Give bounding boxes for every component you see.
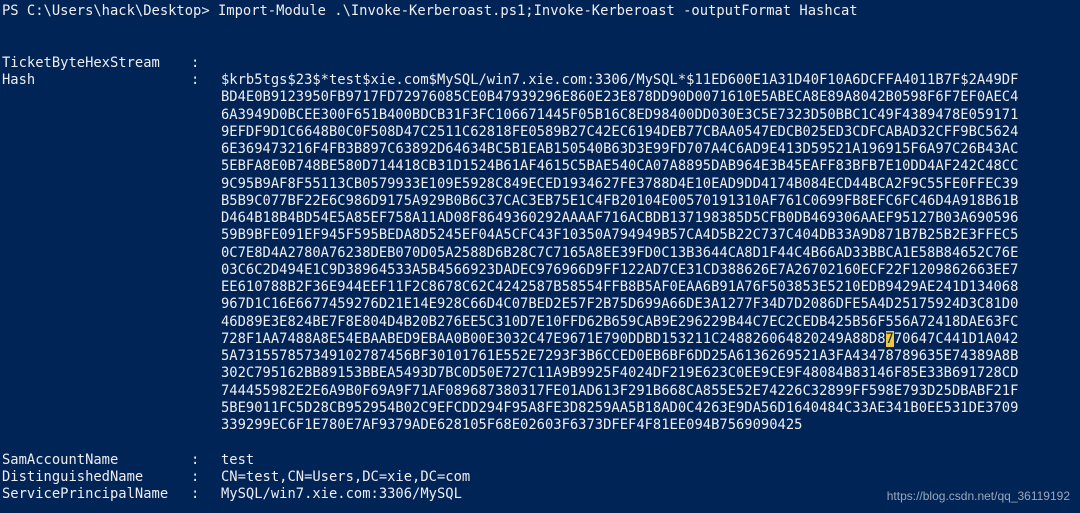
field-separator: :	[191, 451, 200, 468]
field-separator: :	[191, 468, 200, 485]
hash-line: 6A3949D0BCEE300F651B400BDCB31F3FC1066714…	[221, 106, 1019, 123]
hash-line: 03C6C2D494E1C9D38964533A5B4566923DADEC97…	[221, 261, 1019, 278]
hash-line: BD4E0B9123950FB9717FD72976085CE0B4793929…	[221, 89, 1019, 106]
field-key: Hash	[2, 72, 36, 88]
hash-row: Hash: $krb5tgs$23$*test$xie.com$MySQL/win…	[2, 72, 1080, 89]
command-line: PS C:\Users\hack\Desktop> Import-Module …	[2, 3, 858, 19]
distinguished-name-row: DistinguishedName: CN=test,CN=Users,DC=xi…	[2, 469, 1080, 486]
hash-line: EE610788B2F36E944EEF11F2C8678C62C4242587…	[221, 279, 1019, 295]
hash-line: 46D89E3E824BE7F8E804D4B20B276EE5C310D7E1…	[221, 313, 1019, 330]
field-key: ServicePrincipalName	[2, 486, 169, 502]
hash-line: 6E369473216F4FB3B897C63892D64634BC5B1EAB…	[221, 141, 1019, 157]
hash-line: 5EBFA8E0B748BE580D714418CB31D1524B61AF46…	[221, 158, 1019, 175]
hash-line-with-caret: 728F1AA7488A8E54EBAABED9EBAA0B00E3032C47…	[2, 330, 1080, 348]
field-key: DistinguishedName	[2, 468, 144, 485]
powershell-console[interactable]: PS C:\Users\hack\Desktop> Import-Module …	[0, 0, 1080, 513]
field-separator: :	[191, 54, 200, 71]
hash-line: 744455982E2E6A9B0F69A9F71AF089687380317F…	[221, 382, 1019, 399]
hash-line: 59B9BFE091EF945F595BEDA8D5245EF04A5CFC43…	[221, 227, 1019, 244]
text-caret: 7	[885, 330, 894, 347]
field-value: test	[221, 451, 255, 468]
hash-line-suffix: 70647C441D1A042	[893, 330, 1019, 347]
field-key: TicketByteHexStream	[2, 54, 160, 71]
field-separator: :	[191, 72, 200, 88]
hash-line: $krb5tgs$23$*test$xie.com$MySQL/win7.xie…	[221, 72, 1019, 88]
hash-line: 302C795162BB89153BBEA5493D7BC0D50E727C11…	[221, 365, 1019, 382]
hash-line: 967D1C16E6677459276D21E14E928C66D4C07BED…	[221, 296, 1019, 313]
field-value: CN=test,CN=Users,DC=xie,DC=com	[221, 468, 471, 485]
hash-line: 5BE9011FC5D28CB952954B02C9EFCDD294F95A8F…	[221, 399, 1019, 416]
hash-line: B5B9C077BF22E6C986D9175A929B0B6C37CAC3EB…	[221, 192, 1019, 209]
field-key: SamAccountName	[2, 451, 119, 468]
field-value: MySQL/win7.xie.com:3306/MySQL	[221, 486, 462, 502]
hash-line: 9C95B9AF8F55113CB0579933E109E5928C849ECE…	[221, 175, 1019, 192]
hash-line: D464B18B4BD54E5A85EF758A11AD08F864936029…	[221, 210, 1019, 226]
hash-line: 339299EC6F1E780E7AF9379ADE628105F68E0260…	[221, 417, 803, 433]
sam-account-row: SamAccountName: test	[2, 452, 1080, 469]
ticket-hex-row: TicketByteHexStream:	[2, 55, 1080, 72]
hash-line: 9EFDF9D1C6648B0C0F508D47C2511C62818FE058…	[221, 123, 1019, 140]
watermark: https://blog.csdn.net/qq_36119192	[886, 488, 1070, 503]
field-separator: :	[191, 486, 200, 502]
hash-line-prefix: 728F1AA7488A8E54EBAABED9EBAA0B00E3032C47…	[221, 330, 886, 347]
hash-line: 0C7E8D4A2780A76238DEB070D05A2588D6B28C7C…	[221, 244, 1019, 261]
hash-line: 5A731557857349102787456BF30101761E552E72…	[221, 348, 1019, 364]
